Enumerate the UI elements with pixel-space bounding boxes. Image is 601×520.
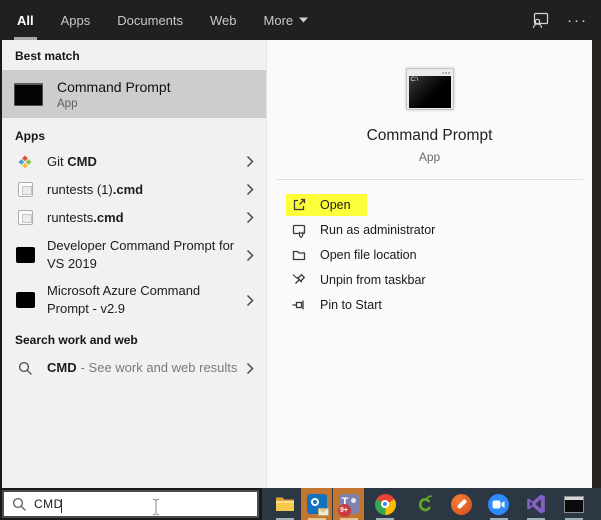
git-icon bbox=[15, 154, 35, 170]
web-search-header: Search work and web bbox=[2, 333, 266, 347]
tab-apps-label: Apps bbox=[61, 13, 91, 28]
desktop-edge bbox=[592, 40, 601, 488]
action-pin-to-start[interactable]: Pin to Start bbox=[286, 292, 592, 317]
result-text-match: .cmd bbox=[113, 182, 143, 197]
topbar-actions: ··· bbox=[531, 0, 588, 40]
taskbar-command-prompt-icon[interactable] bbox=[555, 488, 593, 520]
admin-shield-icon bbox=[291, 222, 307, 238]
tab-all[interactable]: All bbox=[17, 0, 34, 40]
bottom-bar: T 9+ bbox=[0, 488, 601, 520]
web-search-hint: - See work and web results bbox=[81, 360, 238, 375]
detail-subtitle: App bbox=[419, 150, 440, 164]
tab-web[interactable]: Web bbox=[210, 0, 237, 40]
chevron-right-icon[interactable] bbox=[246, 294, 254, 307]
action-unpin-from-taskbar[interactable]: Unpin from taskbar bbox=[286, 267, 592, 292]
cmd-file-icon bbox=[15, 210, 35, 225]
action-label: Pin to Start bbox=[320, 298, 382, 312]
unpin-icon bbox=[291, 272, 307, 288]
terminal-icon bbox=[15, 292, 35, 308]
pin-icon bbox=[291, 297, 307, 313]
tab-web-label: Web bbox=[210, 13, 237, 28]
action-label: Open file location bbox=[320, 248, 417, 262]
chevron-down-icon bbox=[299, 17, 308, 23]
search-flyout: All Apps Documents Web More bbox=[0, 0, 601, 520]
result-web-search[interactable]: CMD - See work and web results bbox=[2, 353, 266, 383]
result-text: runtests (1) bbox=[47, 182, 113, 197]
detail-panel: C:\ Command Prompt App Open bbox=[266, 40, 592, 488]
search-filter-bar: All Apps Documents Web More bbox=[0, 0, 601, 40]
action-open-file-location[interactable]: Open file location bbox=[286, 242, 592, 267]
tab-documents-label: Documents bbox=[117, 13, 183, 28]
tab-documents[interactable]: Documents bbox=[117, 0, 183, 40]
command-prompt-large-icon: C:\ bbox=[406, 68, 454, 110]
search-results: Best match Command Prompt App Apps bbox=[0, 40, 601, 488]
apps-header: Apps bbox=[2, 129, 266, 143]
results-panel: Best match Command Prompt App Apps bbox=[0, 40, 266, 488]
result-text-match: .cmd bbox=[93, 210, 123, 225]
result-text-match: CMD bbox=[67, 154, 97, 169]
chevron-right-icon[interactable] bbox=[246, 249, 254, 262]
action-label: Open bbox=[320, 198, 351, 212]
taskbar-search-input[interactable] bbox=[34, 497, 184, 511]
search-icon bbox=[12, 497, 27, 512]
web-search-term: CMD bbox=[47, 360, 77, 375]
taskbar-search-area bbox=[0, 488, 262, 520]
command-prompt-icon bbox=[14, 83, 43, 106]
best-match-header: Best match bbox=[2, 40, 266, 63]
result-azure-command-prompt[interactable]: Microsoft Azure Command Prompt - v2.9 bbox=[2, 279, 266, 321]
text-caret bbox=[61, 499, 62, 513]
cmd-file-icon bbox=[15, 182, 35, 197]
more-options-icon[interactable]: ··· bbox=[567, 13, 588, 28]
result-developer-command-prompt[interactable]: Developer Command Prompt for VS 2019 bbox=[2, 234, 266, 276]
filter-tabs: All Apps Documents Web More bbox=[17, 0, 335, 40]
taskbar-file-explorer-icon[interactable] bbox=[269, 488, 301, 520]
taskbar-green-c-app-icon[interactable] bbox=[405, 488, 443, 520]
search-icon bbox=[15, 361, 35, 376]
folder-icon bbox=[291, 247, 307, 263]
tab-more-label: More bbox=[264, 13, 294, 28]
tab-all-label: All bbox=[17, 13, 34, 28]
taskbar-zoom-icon[interactable] bbox=[480, 488, 517, 520]
result-text: runtests bbox=[47, 210, 93, 225]
teams-notification-badge: 9+ bbox=[338, 504, 351, 517]
chevron-right-icon[interactable] bbox=[246, 155, 254, 168]
chevron-right-icon[interactable] bbox=[246, 183, 254, 196]
open-icon bbox=[291, 197, 307, 213]
chevron-right-icon[interactable] bbox=[246, 362, 254, 375]
divider bbox=[277, 179, 583, 180]
action-label: Unpin from taskbar bbox=[320, 273, 426, 287]
chevron-right-icon[interactable] bbox=[246, 211, 254, 224]
result-text: Microsoft Azure Command Prompt - v2.9 bbox=[47, 283, 200, 316]
action-run-as-administrator[interactable]: Run as administrator bbox=[286, 217, 592, 242]
best-match-result[interactable]: Command Prompt App bbox=[2, 70, 266, 118]
taskbar-search-box[interactable] bbox=[2, 490, 259, 518]
feedback-icon[interactable] bbox=[531, 12, 550, 29]
best-match-subtitle: App bbox=[57, 98, 171, 110]
taskbar-chrome-icon[interactable] bbox=[365, 488, 405, 520]
action-label: Run as administrator bbox=[320, 223, 435, 237]
taskbar-outlook-icon[interactable] bbox=[301, 488, 333, 520]
taskbar-teams-icon[interactable]: T 9+ bbox=[333, 488, 365, 520]
result-text: Developer Command Prompt for VS 2019 bbox=[47, 238, 234, 271]
tab-more[interactable]: More bbox=[264, 0, 309, 40]
result-runtests-1-cmd[interactable]: runtests (1).cmd bbox=[2, 176, 266, 203]
terminal-icon bbox=[15, 247, 35, 263]
result-runtests-cmd[interactable]: runtests.cmd bbox=[2, 204, 266, 231]
action-list: Open Run as administrator bbox=[267, 192, 592, 317]
taskbar-orange-circle-app-icon[interactable] bbox=[443, 488, 480, 520]
tab-apps[interactable]: Apps bbox=[61, 0, 91, 40]
taskbar: T 9+ bbox=[262, 488, 601, 520]
ibeam-cursor bbox=[152, 498, 160, 516]
taskbar-visual-studio-icon[interactable] bbox=[517, 488, 555, 520]
terminal-screen-text: C:\ bbox=[409, 76, 451, 108]
result-git-cmd[interactable]: Git CMD bbox=[2, 148, 266, 175]
action-open[interactable]: Open bbox=[286, 192, 592, 217]
detail-title: Command Prompt bbox=[367, 127, 493, 145]
best-match-title: Command Prompt bbox=[57, 79, 171, 95]
result-text: Git bbox=[47, 154, 67, 169]
